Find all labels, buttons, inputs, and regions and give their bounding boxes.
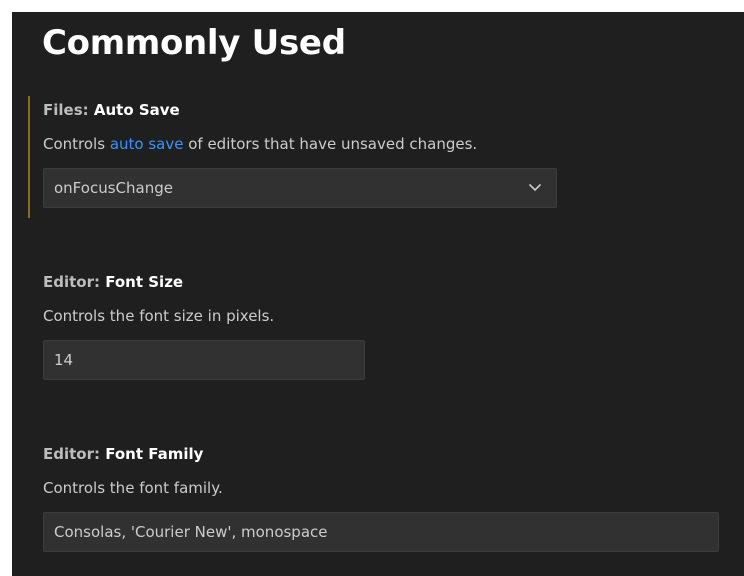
setting-name: Font Family [105,445,204,463]
font-family-input[interactable] [43,512,719,552]
settings-panel: Commonly Used Files: Auto Save Controls … [12,12,744,576]
auto-save-link[interactable]: auto save [110,135,184,153]
description-text: Controls [43,135,110,153]
font-size-input[interactable] [43,340,365,380]
chevron-down-icon [528,183,542,192]
setting-description: Controls the font family. [43,479,223,497]
setting-category: Editor: [43,273,106,291]
auto-save-selected-value: onFocusChange [54,179,173,197]
setting-title: Editor: Font Family [43,444,203,464]
setting-name: Auto Save [93,101,180,119]
setting-title: Editor: Font Size [43,272,183,292]
setting-title: Files: Auto Save [43,100,180,120]
auto-save-select[interactable]: onFocusChange [43,168,557,208]
setting-description: Controls the font size in pixels. [43,307,275,325]
setting-category: Editor: [43,445,106,463]
setting-name: Font Size [105,273,184,291]
setting-description: Controls auto save of editors that have … [43,134,477,154]
description-text: of editors that have unsaved changes. [183,135,478,153]
setting-category: Files: [43,101,94,119]
section-title: Commonly Used [42,23,346,63]
